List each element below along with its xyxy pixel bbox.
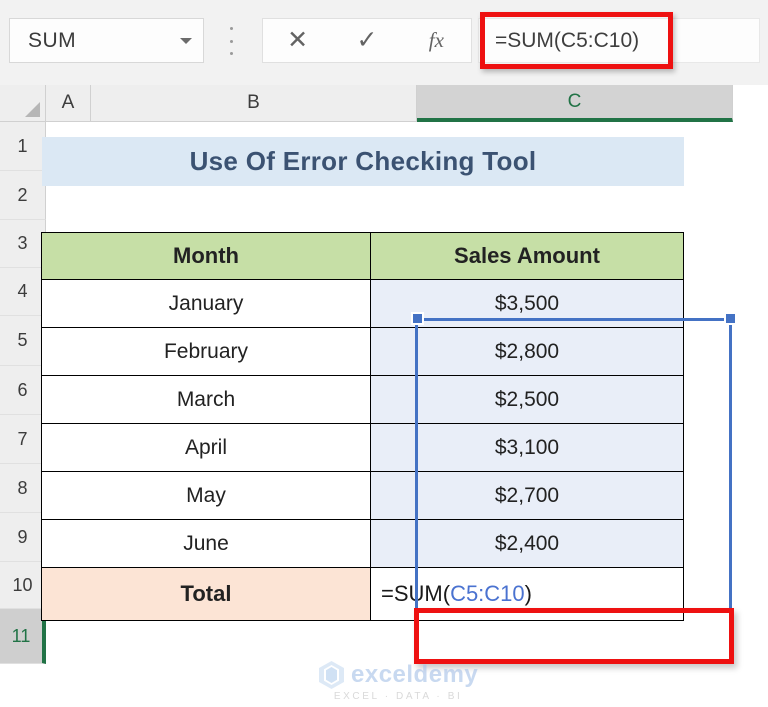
name-box[interactable]: SUM — [9, 18, 204, 63]
name-box-value: SUM — [28, 28, 77, 52]
cell-month[interactable]: May — [41, 471, 371, 520]
row-header-9[interactable]: 9 — [0, 513, 46, 562]
function-icon: fx — [428, 28, 444, 52]
cell-sales[interactable]: $2,700 — [370, 471, 684, 520]
check-icon: ✓ — [356, 26, 378, 54]
table-row: January $3,500 — [41, 279, 684, 328]
column-header-a[interactable]: A — [46, 85, 91, 122]
cell-total-formula[interactable]: =SUM(C5:C10) — [370, 567, 684, 621]
column-header-c[interactable]: C — [417, 85, 733, 122]
formula-bar-strip: SUM ✕ ✓ fx =SUM(C5:C10) — [0, 0, 768, 85]
cell-sales[interactable]: $2,500 — [370, 375, 684, 424]
row-header-2[interactable]: 2 — [0, 171, 46, 220]
cell-sales[interactable]: $3,100 — [370, 423, 684, 472]
data-table: Month Sales Amount January $3,500 Februa… — [41, 232, 684, 621]
cell-sales[interactable]: $2,400 — [370, 519, 684, 568]
formula-prefix: =SUM( — [381, 581, 451, 606]
column-headers: A B C — [0, 85, 768, 122]
table-row: April $3,100 — [41, 423, 684, 472]
cell-sales[interactable]: $2,800 — [370, 327, 684, 376]
row-header-11[interactable]: 11 — [0, 609, 46, 664]
close-icon: ✕ — [287, 26, 309, 54]
enter-button[interactable]: ✓ — [341, 19, 393, 62]
table-header-row: Month Sales Amount — [41, 232, 684, 280]
cell-month[interactable]: March — [41, 375, 371, 424]
row-header-4[interactable]: 4 — [0, 268, 46, 316]
table-row: June $2,400 — [41, 519, 684, 568]
cell-month[interactable]: February — [41, 327, 371, 376]
table-total-row: Total =SUM(C5:C10) — [41, 567, 684, 621]
page-title: Use Of Error Checking Tool — [189, 146, 537, 176]
selection-handle-top-left[interactable] — [411, 312, 424, 325]
chevron-down-icon[interactable] — [169, 37, 203, 44]
row-header-7[interactable]: 7 — [0, 415, 46, 464]
formula-suffix: ) — [524, 581, 532, 606]
watermark-main: exceldemy — [318, 660, 478, 690]
select-all-button[interactable] — [0, 85, 46, 122]
column-header-b[interactable]: B — [91, 85, 417, 122]
watermark-name: exceldemy — [351, 661, 479, 688]
row-header-10[interactable]: 10 — [0, 562, 46, 609]
more-options-icon[interactable] — [225, 27, 237, 55]
sheet-title-cell[interactable]: Use Of Error Checking Tool — [42, 137, 684, 186]
table-row: May $2,700 — [41, 471, 684, 520]
formula-range-reference: C5:C10 — [450, 581, 525, 606]
cancel-button[interactable]: ✕ — [272, 19, 324, 62]
selection-handle-top-right[interactable] — [724, 312, 737, 325]
row-header-3[interactable]: 3 — [0, 220, 46, 268]
row-header-8[interactable]: 8 — [0, 464, 46, 513]
worksheet-grid: A B C 1 2 3 4 5 6 7 8 9 10 11 Use Of Err… — [0, 85, 768, 707]
formula-action-buttons: ✕ ✓ fx — [262, 18, 472, 63]
watermark: exceldemy EXCEL · DATA · BI — [318, 660, 478, 702]
insert-function-button[interactable]: fx — [410, 19, 462, 62]
formula-highlight-annotation — [480, 12, 673, 69]
exceldemy-logo-icon — [319, 661, 344, 689]
watermark-tagline: EXCEL · DATA · BI — [333, 691, 463, 702]
cell-month[interactable]: June — [41, 519, 371, 568]
column-header-month: Month — [41, 232, 371, 280]
row-header-1[interactable]: 1 — [0, 122, 46, 171]
column-header-sales-amount: Sales Amount — [370, 232, 684, 280]
cell-total-label[interactable]: Total — [41, 567, 371, 621]
cell-month[interactable]: January — [41, 279, 371, 328]
table-row: February $2,800 — [41, 327, 684, 376]
cell-month[interactable]: April — [41, 423, 371, 472]
table-row: March $2,500 — [41, 375, 684, 424]
select-all-triangle-icon — [25, 102, 40, 117]
row-header-6[interactable]: 6 — [0, 366, 46, 415]
row-header-5[interactable]: 5 — [0, 316, 46, 366]
